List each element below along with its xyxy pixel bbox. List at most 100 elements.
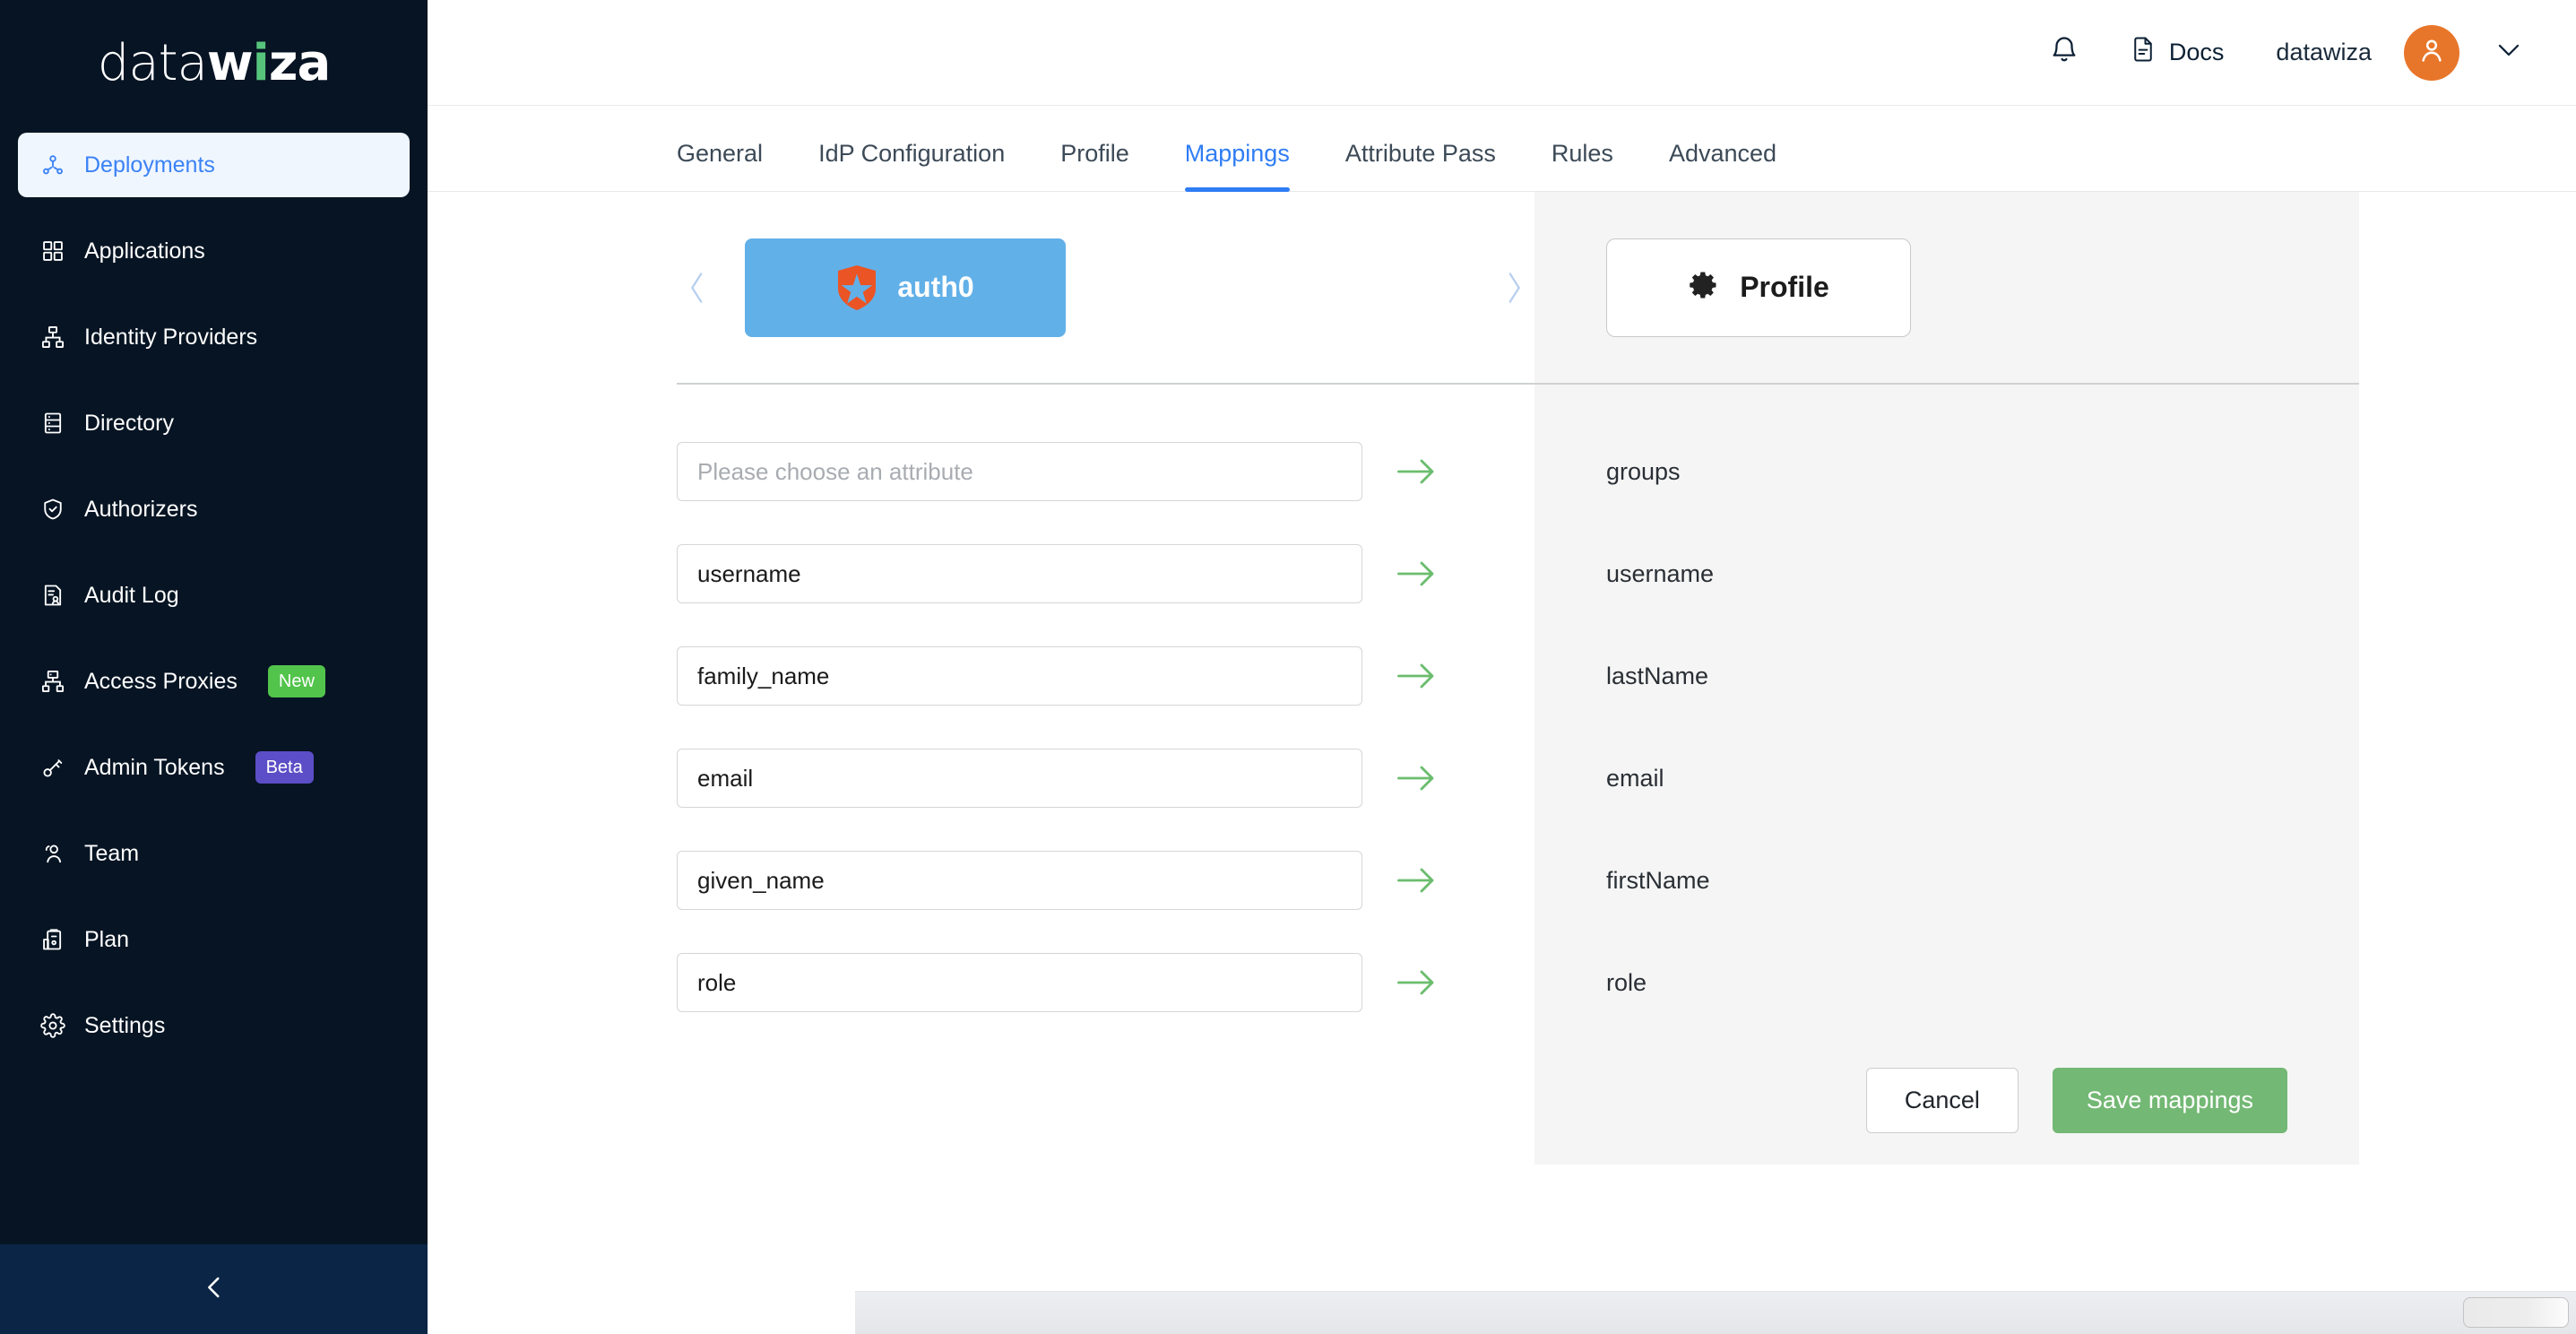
sidebar-item-label: Audit Log xyxy=(84,582,179,608)
mapping-target-label: email xyxy=(1606,764,1664,792)
target-rows: groups username lastName email firstName… xyxy=(1606,385,2359,1034)
user-avatar-icon xyxy=(2416,35,2447,70)
applications-grid-icon xyxy=(39,238,66,264)
sidebar-item-deployments[interactable]: Deployments xyxy=(18,133,410,197)
main-area: Docs datawiza General IdP Configuration … xyxy=(428,0,2576,1334)
token-key-icon xyxy=(39,754,66,781)
sidebar-item-label: Identity Providers xyxy=(84,324,258,350)
save-mappings-button[interactable]: Save mappings xyxy=(2052,1068,2287,1133)
brand-logo[interactable]: datawiza xyxy=(0,0,428,126)
target-card-label: Profile xyxy=(1740,271,1829,303)
plan-clipboard-icon xyxy=(39,926,66,953)
tab-attribute-pass[interactable]: Attribute Pass xyxy=(1345,140,1496,191)
horizontal-scrollbar[interactable] xyxy=(855,1291,2576,1334)
brand-logo-part1: data xyxy=(97,33,208,92)
tab-mappings[interactable]: Mappings xyxy=(1184,140,1290,192)
sidebar-badge-beta: Beta xyxy=(255,751,314,784)
tab-general[interactable]: General xyxy=(677,140,763,191)
mapping-target-label: username xyxy=(1606,559,1715,587)
tab-idp-configuration[interactable]: IdP Configuration xyxy=(818,140,1005,191)
sidebar-item-admin-tokens[interactable]: Admin Tokens Beta xyxy=(18,735,410,800)
sidebar-item-label: Applications xyxy=(84,238,205,264)
chevron-down-icon[interactable] xyxy=(2495,41,2522,64)
sidebar-item-access-proxies[interactable]: Access Proxies New xyxy=(18,649,410,714)
sidebar-item-directory[interactable]: Directory xyxy=(18,391,410,455)
document-icon xyxy=(2130,34,2157,71)
horizontal-scrollbar-thumb[interactable] xyxy=(2463,1297,2569,1328)
avatar xyxy=(2404,24,2459,81)
mappings-panels: auth0 Please choose an attribute usernam… xyxy=(428,192,2576,1165)
gear-icon xyxy=(1688,269,1720,306)
sidebar-item-label: Team xyxy=(84,840,140,866)
mapping-source-input[interactable] xyxy=(677,442,1362,501)
app-root: datawiza Deployments Applications Identi… xyxy=(0,0,2576,1334)
mapping-source-input[interactable] xyxy=(677,646,1362,706)
idp-card-auth0[interactable]: auth0 xyxy=(745,238,1066,337)
sidebar-item-label: Authorizers xyxy=(84,496,198,522)
target-card-profile[interactable]: Profile xyxy=(1606,238,1911,337)
notifications-button[interactable] xyxy=(2049,34,2079,71)
sidebar-item-label: Directory xyxy=(84,410,175,436)
access-proxies-icon xyxy=(39,668,66,695)
sidebar-item-identity-providers[interactable]: Identity Providers xyxy=(18,305,410,369)
tab-profile[interactable]: Profile xyxy=(1060,140,1129,191)
mapping-row xyxy=(677,420,1534,523)
mapping-row xyxy=(677,523,1534,625)
user-menu[interactable]: datawiza xyxy=(2276,24,2522,81)
sidebar-item-plan[interactable]: Plan xyxy=(18,907,410,972)
sidebar-item-audit-log[interactable]: Audit Log xyxy=(18,563,410,628)
mapping-source-input[interactable] xyxy=(677,953,1362,1012)
sidebar-item-applications[interactable]: Applications xyxy=(18,219,410,283)
identity-providers-icon xyxy=(39,324,66,351)
mapping-row xyxy=(677,931,1534,1034)
sidebar-item-label: Settings xyxy=(84,1012,166,1038)
mapping-source-input[interactable] xyxy=(677,851,1362,910)
sidebar-item-settings[interactable]: Settings xyxy=(18,993,410,1058)
docs-label: Docs xyxy=(2168,39,2225,65)
idp-next-button[interactable] xyxy=(1493,267,1534,308)
sidebar-item-label: Access Proxies xyxy=(84,668,238,694)
tab-rules[interactable]: Rules xyxy=(1552,140,1613,191)
arrow-right-icon xyxy=(1362,558,1470,590)
idp-prev-button[interactable] xyxy=(677,267,718,308)
content-area: General IdP Configuration Profile Mappin… xyxy=(428,106,2576,1334)
tab-bar: General IdP Configuration Profile Mappin… xyxy=(428,106,2576,192)
sidebar-item-team[interactable]: Team xyxy=(18,821,410,886)
sidebar-collapse-button[interactable] xyxy=(0,1244,428,1334)
brand-logo-text: datawiza xyxy=(97,33,331,92)
arrow-right-icon xyxy=(1362,762,1470,794)
arrow-right-icon xyxy=(1362,864,1470,897)
idp-carousel: auth0 xyxy=(677,192,1534,383)
mapping-row xyxy=(677,829,1534,931)
tab-advanced[interactable]: Advanced xyxy=(1669,140,1776,191)
mapping-row xyxy=(677,727,1534,829)
deployments-icon xyxy=(39,152,66,178)
action-buttons: Cancel Save mappings xyxy=(1606,1034,2359,1133)
sidebar-item-authorizers[interactable]: Authorizers xyxy=(18,477,410,541)
bell-icon xyxy=(2049,34,2079,71)
brand-logo-accent: i xyxy=(252,33,270,92)
arrow-right-icon xyxy=(1362,660,1470,692)
target-panel: Profile groups username lastName email f… xyxy=(1534,192,2359,1165)
sidebar-item-label: Deployments xyxy=(84,152,215,178)
source-panel: auth0 xyxy=(428,192,1534,1165)
target-selector-row: Profile xyxy=(1606,192,2359,383)
sidebar: datawiza Deployments Applications Identi… xyxy=(0,0,428,1334)
mapping-target-label: firstName xyxy=(1606,866,1710,894)
sidebar-nav: Deployments Applications Identity Provid… xyxy=(0,126,428,1244)
gear-icon xyxy=(39,1012,66,1039)
shield-check-icon xyxy=(39,496,66,523)
directory-server-icon xyxy=(39,410,66,437)
idp-card-label: auth0 xyxy=(897,271,974,303)
audit-log-icon xyxy=(39,582,66,609)
mapping-target-label: lastName xyxy=(1606,662,1709,689)
mapping-source-input[interactable] xyxy=(677,749,1362,808)
mapping-row xyxy=(677,625,1534,727)
arrow-right-icon xyxy=(1362,455,1470,488)
cancel-button[interactable]: Cancel xyxy=(1865,1068,2018,1133)
mapping-target-label: groups xyxy=(1606,457,1681,485)
sidebar-item-label: Plan xyxy=(84,926,130,952)
docs-link[interactable]: Docs xyxy=(2130,34,2225,71)
mapping-source-input[interactable] xyxy=(677,544,1362,603)
brand-logo-part3: za xyxy=(268,33,331,92)
